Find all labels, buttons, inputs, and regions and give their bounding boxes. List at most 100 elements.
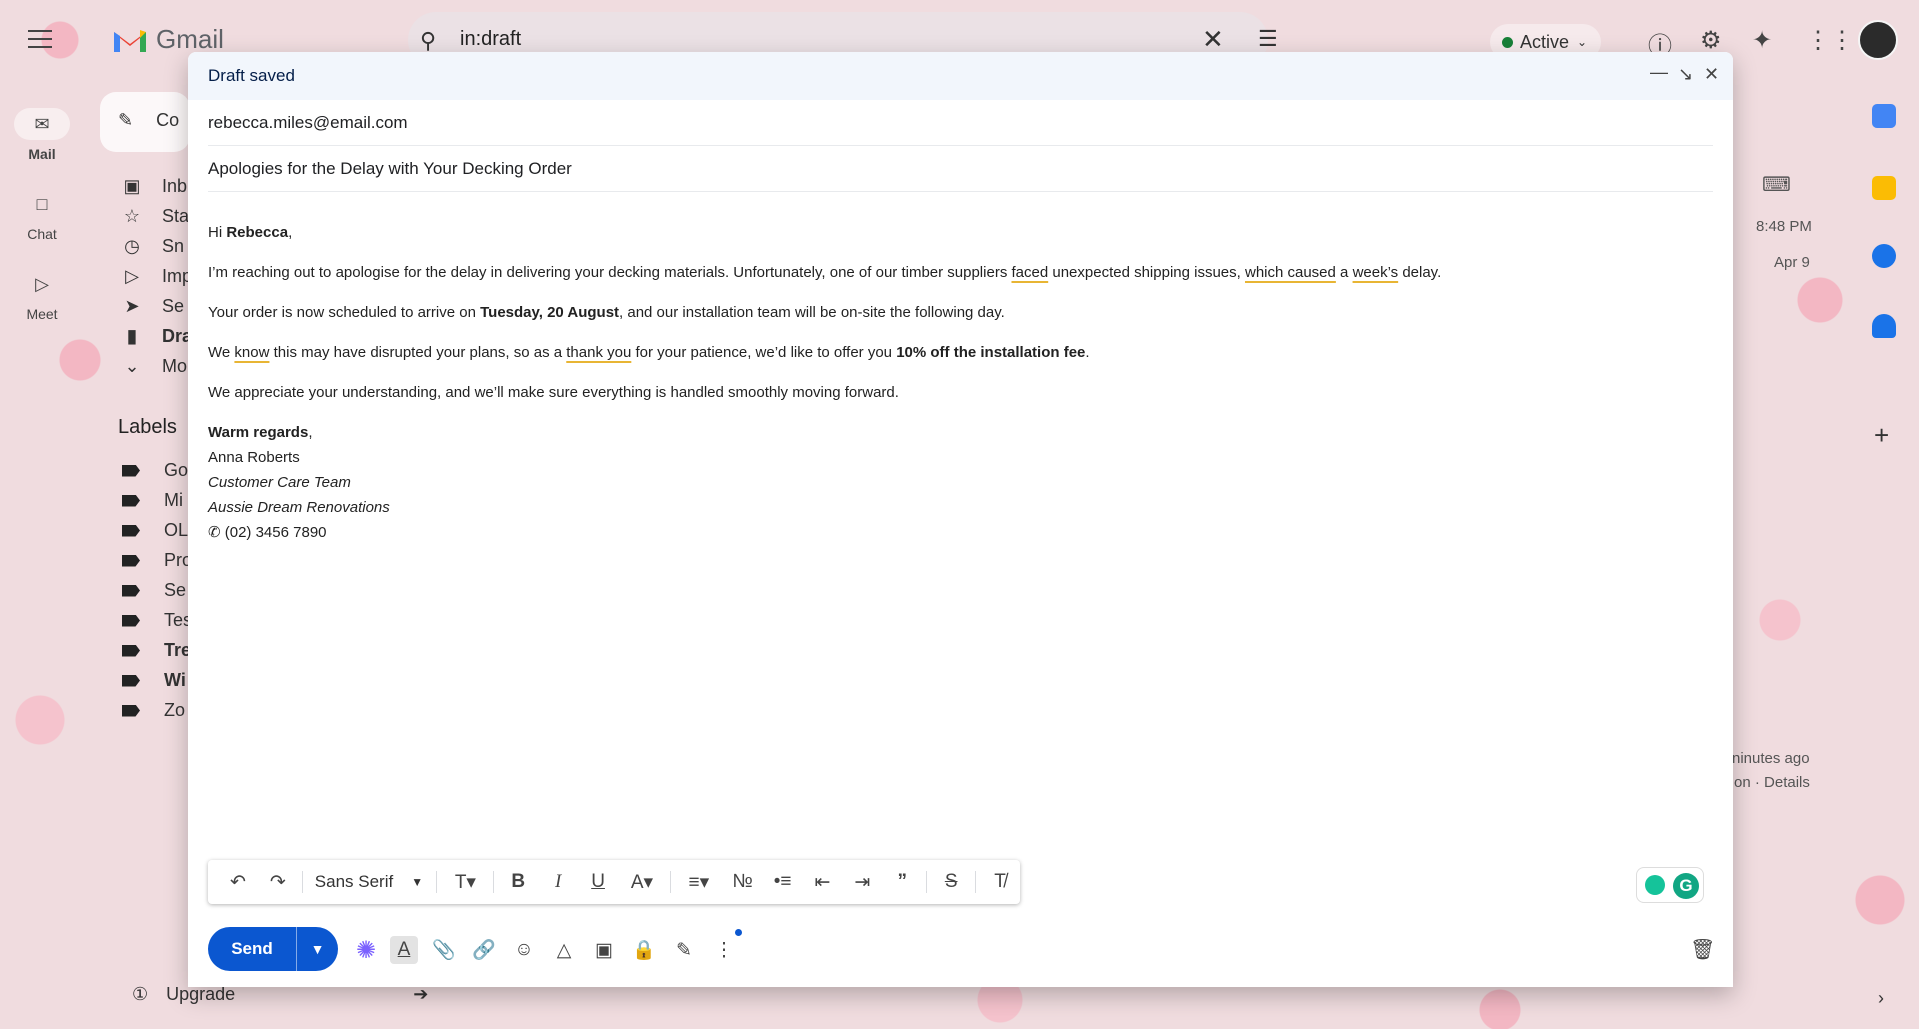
contacts-icon[interactable] [1872,314,1896,338]
discard-draft-icon[interactable]: 🗑 [1690,937,1715,962]
calendar-icon[interactable] [1872,104,1896,128]
main-menu-icon[interactable] [28,30,52,48]
keyboard-icon[interactable]: ⌨ [1762,172,1791,197]
search-icon[interactable]: ⚲ [420,28,436,54]
signature-pen-icon[interactable]: ✎ [670,936,698,964]
insert-photo-icon[interactable]: ▣ [590,936,618,964]
clear-search-icon[interactable]: ✕ [1202,24,1224,55]
grammar-suggestion[interactable]: thank you [566,344,631,361]
bold-icon[interactable]: B [498,864,538,900]
numbered-list-icon[interactable]: № [723,864,763,900]
info-icon: ① [132,984,149,1004]
search-input[interactable]: in:draft [460,28,521,51]
underline-icon[interactable]: U [578,864,618,900]
grammarly-bulb-icon[interactable] [1645,875,1665,895]
grammar-suggestion[interactable]: week’s [1353,264,1399,281]
signature: Warm regards, Anna Roberts Customer Care… [208,420,1698,545]
attach-file-icon[interactable]: 📎 [430,936,458,964]
nav-drafts[interactable]: ▮ Dra [122,326,192,347]
send-label: Send [231,939,273,958]
gmail-m-icon [114,29,146,52]
label-item[interactable]: Pro [122,550,192,571]
compose-header[interactable]: Draft saved [188,52,1733,100]
label-item[interactable]: Zo [122,700,185,721]
align-icon[interactable]: ≡▾ [675,864,723,900]
keep-icon[interactable] [1872,176,1896,200]
indent-less-icon[interactable]: ⇤ [803,864,843,900]
formatting-options-icon[interactable]: A [390,936,418,964]
nav-more[interactable]: ⌄ Mo [122,356,187,377]
settings-gear-icon[interactable]: ⚙ [1700,26,1722,55]
nav-sent[interactable]: ➤ Se [122,296,184,317]
upgrade-link[interactable]: ① Upgrade ➔ [132,984,428,1005]
signature-company: Aussie Dream Renovations [208,499,390,516]
send-button[interactable]: Send ▼ [208,927,338,971]
grammar-suggestion[interactable]: which caused [1245,264,1336,281]
drive-icon[interactable]: △ [550,936,578,964]
exit-fullscreen-icon[interactable]: ↘ [1678,64,1693,85]
nav-snoozed[interactable]: ◷ Sn [122,236,184,257]
label-item[interactable]: Se [122,580,186,601]
rail-mail[interactable]: ✉ Mail [0,108,84,162]
label-item[interactable]: Mi [122,490,183,511]
gmail-logo[interactable]: Gmail [112,24,224,55]
message-body[interactable]: Hi Rebecca, I’m reaching out to apologis… [208,220,1698,545]
text-color-icon[interactable]: A▾ [618,864,666,900]
rail-meet-label: Meet [26,306,58,322]
close-icon[interactable]: ✕ [1704,64,1719,85]
divider [436,871,438,893]
tasks-icon[interactable] [1872,244,1896,268]
emoji-icon[interactable]: ☺ [510,936,538,964]
bulleted-list-icon[interactable]: •≡ [763,864,803,900]
grammarly-icon[interactable]: G [1673,873,1699,899]
nav-important[interactable]: ▷ Imp [122,266,192,287]
nav-label: Se [162,296,185,316]
indent-more-icon[interactable]: ⇥ [842,864,882,900]
font-select[interactable]: Sans Serif ▼ [307,864,433,900]
apps-grid-icon[interactable]: ⋮⋮ [1806,26,1854,55]
confidential-mode-icon[interactable]: 🔒 [630,936,658,964]
clear-formatting-icon[interactable]: T̸ [980,864,1020,900]
video-icon: ▷ [35,274,49,294]
grammar-suggestion[interactable]: faced [1011,264,1048,281]
undo-icon[interactable]: ↶ [218,864,258,900]
label-item[interactable]: Go [122,460,188,481]
nav-label: Sn [162,236,185,256]
chevron-down-icon: ⌄ [124,356,140,376]
label-item[interactable]: Wi [122,670,186,691]
to-field[interactable]: rebecca.miles@email.com [208,100,1713,146]
rail-meet[interactable]: ▷ Meet [0,268,84,322]
nav-label: Mo [162,356,188,376]
ai-assist-icon[interactable]: ✺ [352,936,380,964]
rail-chat[interactable]: □ Chat [0,188,84,242]
divider [301,871,303,893]
label-name: Se [164,580,187,600]
schedule-send-dropdown-icon[interactable]: ▼ [296,927,338,971]
add-addon-icon[interactable]: + [1874,420,1889,451]
nav-inbox[interactable]: ▣ Inb [122,176,187,197]
redo-icon[interactable]: ↷ [258,864,298,900]
recipient[interactable]: rebecca.miles@email.com [208,113,408,132]
compose-button[interactable]: ✎ Co [100,92,190,152]
details-link[interactable]: on · Details [1734,774,1810,791]
minimize-icon[interactable]: — [1650,62,1668,83]
subject-field[interactable]: Apologies for the Delay with Your Deckin… [208,146,1713,192]
label-item[interactable]: Tes [122,610,192,631]
nav-starred[interactable]: ☆ Sta [122,206,189,227]
quote-icon[interactable]: ” [882,864,922,900]
grammarly-widget[interactable]: G [1636,867,1704,903]
chevron-right-icon[interactable]: › [1878,988,1884,1009]
more-options-icon[interactable]: ⋮ [710,936,738,964]
subject-input[interactable]: Apologies for the Delay with Your Deckin… [208,159,572,178]
gemini-sparkle-icon[interactable]: ✦ [1752,26,1772,55]
grammar-suggestion[interactable]: know [234,344,269,361]
italic-icon[interactable]: I [538,864,578,900]
insert-link-icon[interactable]: 🔗 [470,936,498,964]
label-item[interactable]: OL [122,520,188,541]
strikethrough-icon[interactable]: S [931,864,971,900]
avatar[interactable] [1858,20,1898,60]
label-name: OL [164,520,189,540]
label-item[interactable]: Tre [122,640,191,661]
font-size-icon[interactable]: T▾ [441,864,489,900]
search-options-icon[interactable]: ☰ [1258,26,1278,52]
